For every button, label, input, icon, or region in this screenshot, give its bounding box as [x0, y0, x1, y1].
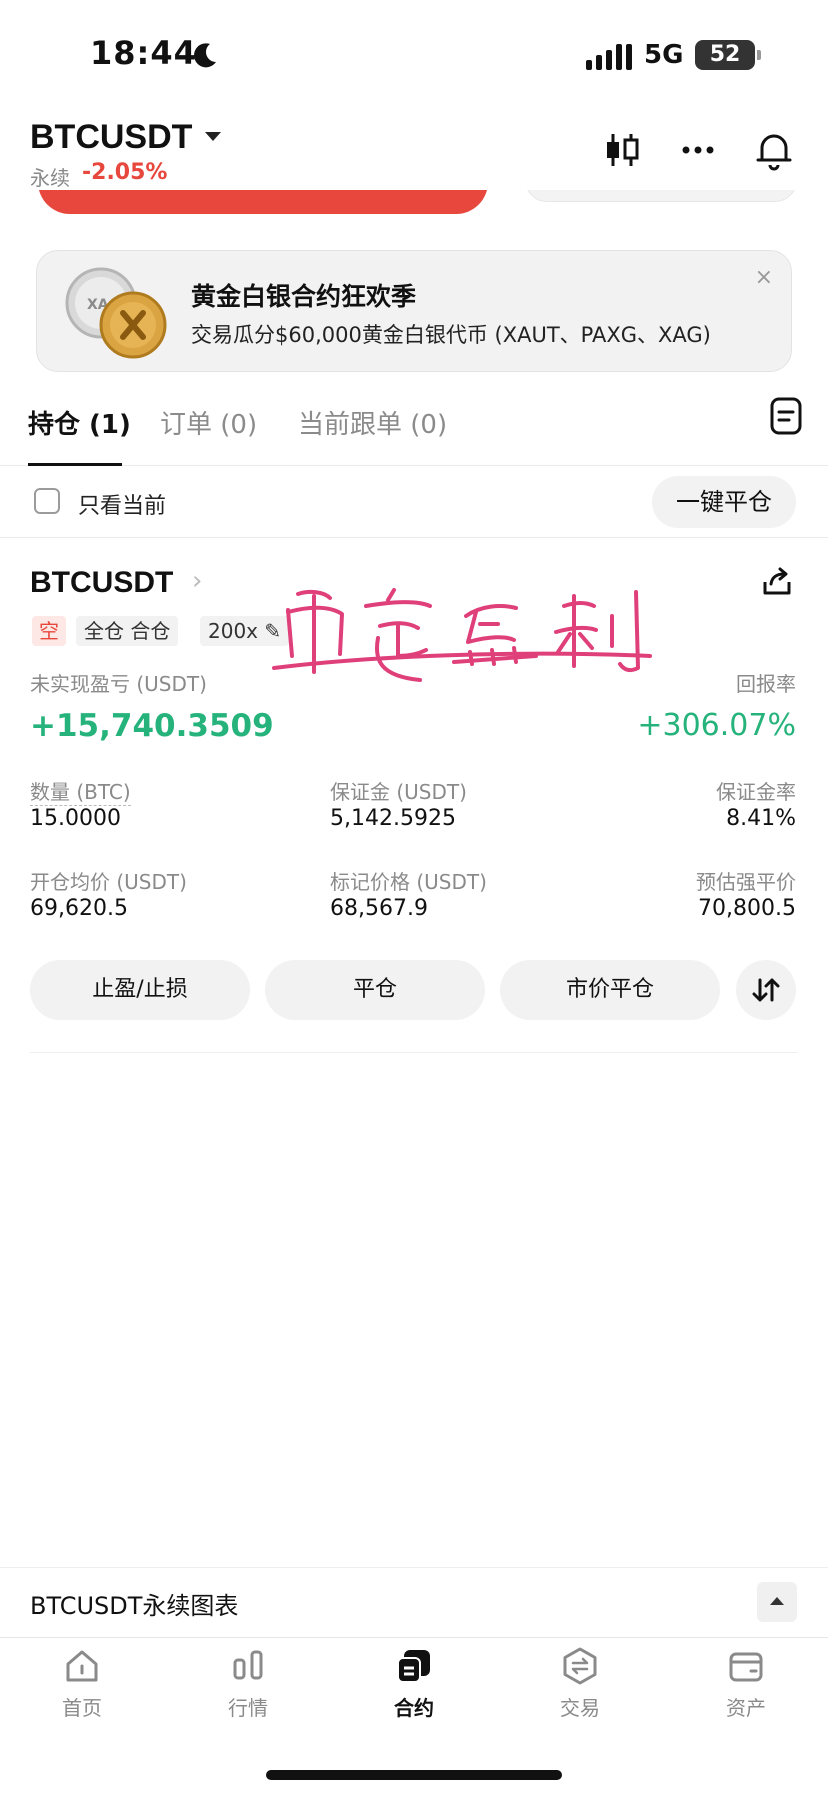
qty-value: 15.0000 [30, 806, 121, 831]
grey-panel-partial [525, 190, 797, 202]
document-icon[interactable] [768, 396, 804, 436]
entry-price-value: 69,620.5 [30, 896, 128, 921]
chart-bar[interactable]: BTCUSDT永续图表 [0, 1567, 828, 1637]
position-tabs: 持仓 (1) 订单 (0) 当前跟单 (0) [0, 390, 828, 466]
margin-mode-badge: 全仓 合仓 [76, 616, 179, 646]
liq-price-value: 70,800.5 [698, 896, 796, 921]
network-type: 5G [644, 40, 684, 70]
signal-icon [586, 44, 632, 70]
leverage-value: 200x [208, 619, 259, 643]
chevron-down-icon[interactable] [205, 132, 221, 141]
status-time: 18:44 [90, 34, 197, 72]
wallet-icon [729, 1652, 763, 1682]
tpsl-button[interactable]: 止盈/止损 [30, 960, 250, 1020]
entry-price-label: 开仓均价 (USDT) [30, 870, 187, 894]
card-divider [30, 1052, 798, 1053]
battery-icon: 52 [695, 40, 761, 70]
filter-row: 只看当前 一键平仓 [0, 466, 828, 538]
margin-ratio-label: 保证金率 [716, 780, 796, 804]
close-icon[interactable]: × [755, 265, 773, 290]
chevron-up-icon[interactable] [757, 1582, 797, 1622]
handwritten-watermark [272, 588, 652, 682]
nav-market[interactable]: 行情 [188, 1646, 308, 1721]
bell-icon[interactable] [752, 128, 796, 172]
nav-futures[interactable]: 合约 [354, 1646, 474, 1721]
nav-home-label: 首页 [62, 1696, 102, 1720]
coins-icon: XAG [65, 267, 167, 359]
mark-price-label: 标记价格 (USDT) [330, 870, 487, 894]
margin-ratio-value: 8.41% [726, 806, 796, 831]
nav-home[interactable]: 首页 [22, 1646, 142, 1721]
tab-copy-trading[interactable]: 当前跟单 (0) [298, 404, 447, 441]
side-badge: 空 [32, 616, 66, 646]
mark-price-value: 68,567.9 [330, 896, 428, 921]
tab-positions[interactable]: 持仓 (1) [28, 404, 131, 441]
pair-selector[interactable]: BTCUSDT [30, 118, 192, 157]
home-indicator[interactable] [266, 1770, 562, 1780]
position-symbol[interactable]: BTCUSDT [30, 566, 173, 600]
partial-content-strip [0, 190, 828, 218]
status-bar: 18:44 5G 52 [0, 0, 828, 110]
more-icon[interactable] [676, 128, 720, 172]
pnl-label: 未实现盈亏 (USDT) [30, 672, 207, 696]
nav-futures-label: 合约 [394, 1696, 434, 1720]
reverse-position-button[interactable] [736, 960, 796, 1020]
nav-assets[interactable]: 资产 [686, 1646, 806, 1721]
nav-trade-label: 交易 [560, 1696, 600, 1720]
margin-label: 保证金 (USDT) [330, 780, 467, 804]
banner-title: 黄金白银合约狂欢季 [191, 282, 417, 311]
candlestick-icon[interactable] [600, 128, 644, 172]
nav-trade[interactable]: 交易 [520, 1646, 640, 1721]
close-all-button[interactable]: 一键平仓 [652, 476, 796, 528]
promo-banner[interactable]: XAG 黄金白银合约狂欢季 交易瓜分$60,000黄金白银代币 (XAUT、PA… [36, 250, 792, 372]
current-only-label: 只看当前 [78, 494, 167, 519]
close-position-button[interactable]: 平仓 [265, 960, 485, 1020]
chart-bar-label: BTCUSDT永续图表 [30, 1592, 239, 1620]
moon-icon [194, 43, 216, 68]
red-action-button-partial[interactable] [38, 190, 488, 214]
market-icon [233, 1650, 263, 1680]
current-only-checkbox[interactable] [34, 488, 60, 514]
nav-market-label: 行情 [228, 1696, 268, 1720]
nav-assets-label: 资产 [726, 1696, 766, 1720]
pnl-value: +15,740.3509 [30, 708, 274, 744]
header: BTCUSDT 永续 -2.05% [0, 110, 828, 190]
battery-level: 52 [709, 42, 741, 67]
roe-label: 回报率 [736, 672, 796, 696]
banner-text: 交易瓜分$60,000黄金白银代币 (XAUT、PAXG、XAG) [191, 323, 711, 347]
qty-label[interactable]: 数量 (BTC) [30, 776, 131, 806]
home-icon [66, 1650, 98, 1682]
trade-icon [563, 1647, 597, 1685]
futures-icon [397, 1650, 430, 1683]
chevron-right-icon[interactable]: › [192, 566, 202, 596]
position-card: BTCUSDT › 空 全仓 合仓 200x ✎ 未实现盈亏 (USDT) +1… [0, 540, 828, 1055]
swap-icon [752, 978, 780, 1002]
tab-orders[interactable]: 订单 (0) [160, 404, 257, 441]
market-close-button[interactable]: 市价平仓 [500, 960, 720, 1020]
liq-price-label: 预估强平价 [696, 870, 796, 894]
share-icon[interactable] [760, 564, 794, 598]
price-change: -2.05% [82, 160, 168, 185]
roe-value: +306.07% [637, 708, 796, 743]
margin-value: 5,142.5925 [330, 806, 456, 831]
contract-type: 永续 [30, 166, 70, 190]
